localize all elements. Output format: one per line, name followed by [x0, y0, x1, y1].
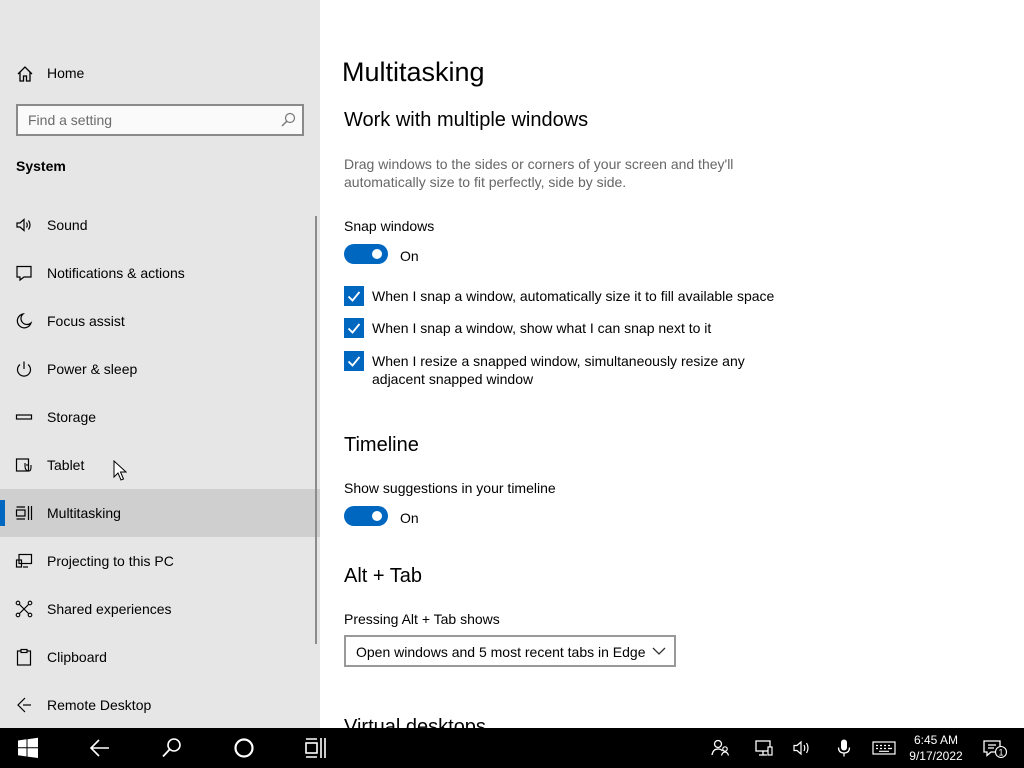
sidebar-item-power-sleep[interactable]: Power & sleep [0, 345, 320, 393]
virtual-desktops-heading: Virtual desktops [344, 716, 486, 728]
sidebar-item-label: Projecting to this PC [47, 553, 174, 569]
keyboard-icon[interactable] [872, 738, 896, 758]
sidebar-item-label: Clipboard [47, 649, 107, 665]
clock-date: 9/17/2022 [909, 749, 963, 763]
home-nav-item[interactable]: Home [0, 53, 320, 93]
sidebar-item-label: Multitasking [47, 505, 121, 521]
active-indicator [0, 500, 5, 526]
moon-icon [16, 312, 33, 329]
sidebar-item-focus-assist[interactable]: Focus assist [0, 297, 320, 345]
people-icon[interactable] [710, 738, 730, 758]
search-icon [281, 112, 296, 127]
sidebar-item-label: Tablet [47, 457, 85, 473]
sidebar-scrollbar[interactable] [315, 216, 317, 644]
checkmark-icon [344, 351, 364, 371]
sidebar-item-label: Power & sleep [47, 361, 138, 377]
microphone-icon[interactable] [834, 738, 854, 758]
snap-windows-state: On [400, 248, 419, 264]
remote-desktop-icon [17, 697, 31, 713]
taskbar-clock[interactable]: 6:45 AM 9/17/2022 [906, 732, 966, 764]
action-center-icon[interactable]: 1 [982, 738, 1008, 758]
task-view-icon[interactable] [304, 736, 328, 760]
toggle-knob [372, 511, 382, 521]
tablet-icon [15, 458, 32, 472]
back-arrow-icon[interactable] [88, 736, 112, 760]
shared-experiences-icon [15, 600, 33, 618]
multitasking-icon [15, 506, 33, 520]
projecting-icon [15, 553, 33, 568]
settings-content: Multitasking Work with multiple windows … [320, 0, 1024, 728]
settings-sidebar: Home Find a setting System Sound Notific… [0, 0, 320, 728]
checkbox-label: When I snap a window, show what I can sn… [372, 320, 712, 336]
checkbox-label: When I resize a snapped window, simultan… [372, 353, 745, 387]
sidebar-item-notifications[interactable]: Notifications & actions [0, 249, 320, 297]
sidebar-item-label: Focus assist [47, 313, 125, 329]
sidebar-item-projecting[interactable]: Projecting to this PC [0, 537, 320, 585]
search-input[interactable]: Find a setting [16, 104, 304, 136]
windows-section-description: Drag windows to the sides or corners of … [344, 156, 734, 190]
windows-start-icon[interactable] [16, 736, 40, 760]
timeline-heading: Timeline [344, 434, 419, 456]
timeline-suggestions-label: Show suggestions in your timeline [344, 480, 556, 496]
snap-windows-label: Snap windows [344, 218, 435, 234]
sidebar-item-label: Sound [47, 217, 88, 233]
notification-count-badge: 1 [998, 748, 1003, 758]
sidebar-item-multitasking[interactable]: Multitasking [0, 489, 320, 537]
timeline-suggestions-state: On [400, 510, 419, 526]
checkmark-icon [344, 318, 364, 338]
alt-tab-label: Pressing Alt + Tab shows [344, 611, 500, 627]
section-title: System [16, 158, 66, 174]
cortana-icon[interactable] [232, 736, 256, 760]
alt-tab-dropdown[interactable]: Open windows and 5 most recent tabs in E… [344, 635, 676, 667]
network-icon[interactable] [754, 738, 774, 758]
checkbox-label: When I snap a window, automatically size… [372, 288, 775, 304]
sidebar-item-sound[interactable]: Sound [0, 201, 320, 249]
sidebar-item-label: Notifications & actions [47, 265, 185, 281]
taskbar: 6:45 AM 9/17/2022 1 [0, 728, 1024, 768]
sidebar-item-label: Storage [47, 409, 97, 425]
sidebar-item-remote-desktop[interactable]: Remote Desktop [0, 681, 320, 728]
sidebar-item-label: Remote Desktop [47, 697, 152, 713]
toggle-knob [372, 249, 382, 259]
nav-list: Sound Notifications & actions Focus assi… [0, 201, 320, 728]
alt-tab-heading: Alt + Tab [344, 565, 423, 587]
dropdown-selected-value: Open windows and 5 most recent tabs in E… [356, 644, 646, 660]
search-icon[interactable] [160, 736, 184, 760]
timeline-suggestions-toggle[interactable] [344, 506, 388, 526]
windows-section-heading: Work with multiple windows [344, 109, 589, 131]
home-icon [17, 66, 33, 82]
storage-icon [15, 414, 33, 420]
sidebar-item-tablet[interactable]: Tablet [0, 441, 320, 489]
chevron-down-icon [652, 647, 666, 655]
speaker-icon [16, 218, 31, 232]
volume-icon[interactable] [792, 738, 812, 758]
clock-time: 6:45 AM [913, 733, 959, 747]
notification-icon [16, 265, 32, 282]
sidebar-item-label: Shared experiences [47, 601, 172, 617]
power-icon [16, 361, 32, 377]
page-title: Multitasking [342, 57, 485, 87]
sidebar-item-storage[interactable]: Storage [0, 393, 320, 441]
checkmark-icon [344, 286, 364, 306]
sidebar-item-shared-experiences[interactable]: Shared experiences [0, 585, 320, 633]
clipboard-icon [16, 648, 32, 666]
search-placeholder: Find a setting [28, 112, 113, 128]
snap-windows-toggle[interactable] [344, 244, 388, 264]
mouse-cursor-icon [113, 460, 127, 481]
sidebar-item-clipboard[interactable]: Clipboard [0, 633, 320, 681]
home-label: Home [47, 65, 85, 81]
